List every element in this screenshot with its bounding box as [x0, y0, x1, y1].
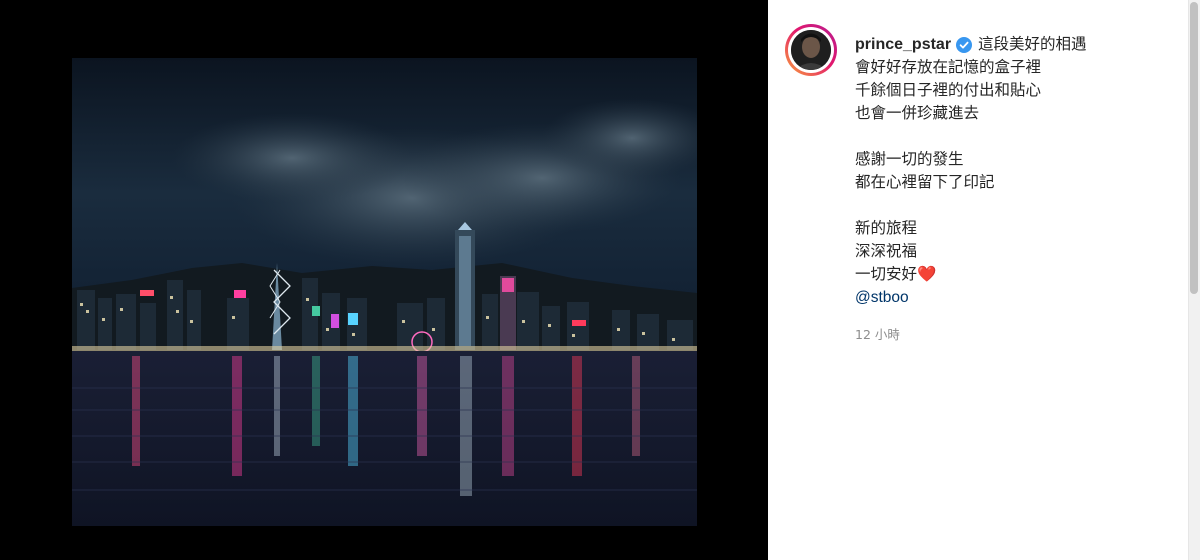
post-caption: prince_pstar 這段美好的相遇 會好好存放在記憶的盒子裡 千餘個日子裡…	[855, 33, 1175, 309]
mention-link[interactable]: @stboo	[855, 289, 909, 306]
caption-header-row: prince_pstar 這段美好的相遇	[855, 33, 1175, 56]
scrollbar-thumb[interactable]	[1190, 2, 1198, 294]
caption-line-last: 一切安好❤️	[855, 263, 1175, 286]
caption-line: 這段美好的相遇	[978, 35, 1087, 53]
caption-line: 深深祝福	[855, 242, 918, 260]
night-skyline-image	[72, 58, 697, 526]
media-pane	[0, 0, 768, 560]
caption-line: 會好好存放在記憶的盒子裡	[855, 58, 1042, 76]
story-ring[interactable]	[785, 24, 837, 76]
caption-line: 也會一併珍藏進去	[855, 104, 980, 122]
post-timestamp[interactable]: 12 小時	[855, 324, 900, 343]
mention-row: @stboo	[855, 286, 1175, 309]
caption-line: 新的旅程	[855, 219, 918, 237]
username-link[interactable]: prince_pstar	[855, 33, 951, 56]
caption-line: 千餘個日子裡的付出和貼心	[855, 81, 1042, 99]
profile-avatar[interactable]	[791, 30, 831, 70]
caption-line-text: 一切安好	[855, 265, 918, 283]
caption-line: 都在心裡留下了印記	[855, 173, 995, 191]
post-photo[interactable]	[72, 58, 697, 526]
avatar-ring-gap	[788, 27, 834, 73]
avatar-image	[791, 30, 831, 70]
caption-line: 感謝一切的發生	[855, 150, 964, 168]
heart-emoji-icon: ❤️	[917, 265, 937, 283]
verified-badge-icon	[956, 36, 973, 53]
